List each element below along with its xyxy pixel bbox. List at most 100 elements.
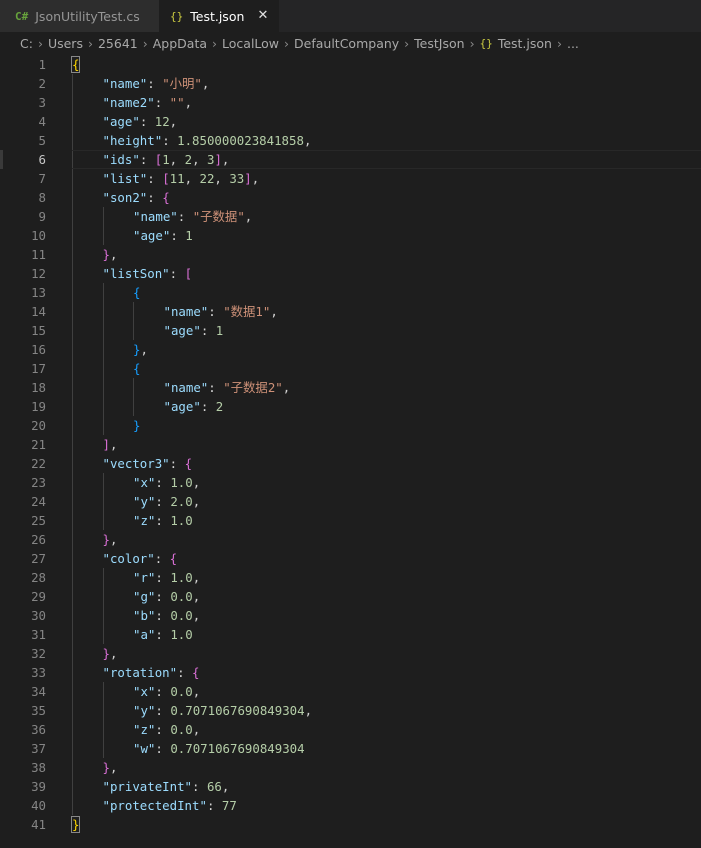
code-line[interactable]: 4 "age": 12, [0,112,701,131]
code-token: { [70,56,81,73]
code-token: , [304,703,313,718]
indent-guide [72,93,73,112]
code-token: , [109,247,118,262]
code-token: : [206,798,222,813]
code-token: 1 [215,323,224,338]
code-line[interactable]: 3 "name2": "", [0,93,701,112]
breadcrumb-item[interactable]: Users [48,36,83,51]
breadcrumb-item[interactable]: AppData [153,36,207,51]
line-number: 29 [31,589,46,604]
breadcrumb-item[interactable]: TestJson [414,36,464,51]
indent-guide [102,587,104,606]
indent-guide [102,568,104,587]
code-token: : [192,779,207,794]
code-line[interactable]: 24 "y": 2.0, [0,492,701,511]
code-line[interactable]: 7 "list": [11, 22, 33], [0,169,701,188]
code-line[interactable]: 6 "ids": [1, 2, 3], [0,150,701,169]
code-line[interactable]: 1{ [0,55,701,74]
code-line[interactable]: 30 "b": 0.0, [0,606,701,625]
code-line[interactable]: 5 "height": 1.850000023841858, [0,131,701,150]
code-token: : [155,722,171,737]
tab-test-json[interactable]: {} Test.json ✕ [159,0,279,32]
code-line[interactable]: 25 "z": 1.0 [0,511,701,530]
code-line[interactable]: 26}, [0,530,701,549]
code-token: : [155,475,171,490]
code-line[interactable]: 13 { [0,283,701,302]
code-editor[interactable]: 1{2 "name": "小明", 3 "name2": "", 4 "age": 12,… [0,54,701,848]
code-text: "x": 0.0, [133,682,200,701]
indent-guide [72,682,73,701]
code-token: : [177,209,193,224]
code-token: ] [214,152,222,167]
code-line[interactable]: 16}, [0,340,701,359]
code-line[interactable]: 19 "age": 2 [0,397,701,416]
breadcrumb-item[interactable]: LocalLow [222,36,279,51]
breadcrumb-item[interactable]: C: [20,36,33,51]
breadcrumb-file[interactable]: Test.json [498,36,552,51]
code-line[interactable]: 37 "w": 0.7071067690849304 [0,739,701,758]
line-number: 1 [38,57,46,72]
code-line[interactable]: 40 "protectedInt": 77 [0,796,701,815]
code-text: } [133,416,140,435]
tab-jsonutilitytest[interactable]: C# JsonUtilityTest.cs [0,0,159,32]
code-token: : [162,133,178,148]
code-token: "子数据2" [223,380,283,395]
breadcrumb-item[interactable]: 25641 [98,36,138,51]
code-token: : [177,665,193,680]
code-token: "x" [133,684,156,699]
code-line[interactable]: 2 "name": "小明", [0,74,701,93]
code-line[interactable]: 27 "color": { [0,549,701,568]
code-line[interactable]: 23 "x": 1.0, [0,473,701,492]
code-token: 0.0 [170,608,193,623]
code-token: ] [102,437,110,452]
code-line[interactable]: 21], [0,435,701,454]
code-line[interactable]: 33 "rotation": { [0,663,701,682]
indent-guide [72,169,73,188]
code-token: ] [244,171,252,186]
code-line[interactable]: 11}, [0,245,701,264]
code-line[interactable]: 34 "x": 0.0, [0,682,701,701]
close-icon[interactable]: ✕ [255,8,271,24]
code-line[interactable]: 22 "vector3": { [0,454,701,473]
code-line[interactable]: 12 "listSon": [ [0,264,701,283]
indent-guide [102,739,104,758]
code-token: : [155,589,171,604]
line-number: 19 [31,399,46,414]
line-number: 27 [31,551,46,566]
code-token: : [155,570,171,585]
code-token: } [102,532,110,547]
line-number: 2 [38,76,46,91]
code-line[interactable]: 32}, [0,644,701,663]
code-line[interactable]: 8 "son2": { [0,188,701,207]
code-line[interactable]: 10 "age": 1 [0,226,701,245]
line-number: 11 [31,247,46,262]
indent-guide [102,207,104,226]
line-number: 14 [31,304,46,319]
indent-guide [102,511,104,530]
code-token: , [140,342,148,357]
code-line[interactable]: 20} [0,416,701,435]
code-line[interactable]: 31 "a": 1.0 [0,625,701,644]
code-line[interactable]: 29 "g": 0.0, [0,587,701,606]
code-line[interactable]: 9 "name": "子数据", [0,207,701,226]
code-token: "age" [163,399,201,414]
code-line[interactable]: 18 "name": "子数据2", [0,378,701,397]
code-line[interactable]: 36 "z": 0.0, [0,720,701,739]
indent-guide [102,492,104,511]
line-number: 18 [31,380,46,395]
code-line[interactable]: 35 "y": 0.7071067690849304, [0,701,701,720]
code-line[interactable]: 41} [0,815,701,834]
line-number: 3 [38,95,46,110]
code-line[interactable]: 14 "name": "数据1", [0,302,701,321]
code-text: "height": 1.850000023841858, [103,131,312,150]
breadcrumb-ellipsis[interactable]: ... [567,36,579,51]
code-line[interactable]: 38}, [0,758,701,777]
line-number: 33 [31,665,46,680]
code-token: "vector3" [102,456,170,471]
code-line[interactable]: 17 { [0,359,701,378]
code-line[interactable]: 15 "age": 1 [0,321,701,340]
code-line[interactable]: 39 "privateInt": 66, [0,777,701,796]
breadcrumb-item[interactable]: DefaultCompany [294,36,399,51]
code-line[interactable]: 28 "r": 1.0, [0,568,701,587]
indent-guide [72,473,73,492]
